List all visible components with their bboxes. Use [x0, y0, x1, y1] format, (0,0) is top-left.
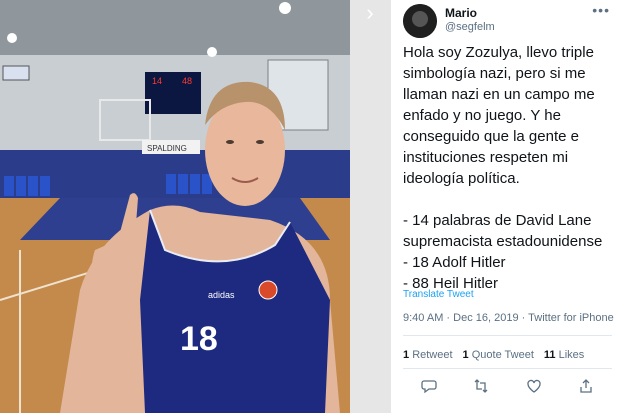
tweet-timestamp[interactable]: 9:40 AM · Dec 16, 2019 · Twitter for iPh…	[403, 312, 614, 324]
quote-stat[interactable]: 1 Quote Tweet	[463, 349, 534, 361]
user-handle[interactable]: @segfelm	[445, 21, 495, 33]
like-icon[interactable]	[526, 378, 542, 398]
tweet-photo[interactable]: 14 48 SPALDING 18 adidas	[0, 0, 350, 413]
divider	[403, 335, 612, 336]
engagement-stats: 1 Retweet 1 Quote Tweet 11 Likes	[403, 349, 584, 361]
share-icon[interactable]	[578, 378, 594, 398]
tweet-text: Hola soy Zozulya, llevo triple simbologí…	[403, 44, 603, 292]
reply-icon[interactable]	[421, 378, 437, 398]
divider	[403, 368, 612, 369]
tweet-panel: Mario @segfelm ••• Hola soy Zozulya, lle…	[391, 0, 620, 413]
retweet-stat[interactable]: 1 Retweet	[403, 349, 453, 361]
translate-tweet-link[interactable]: Translate Tweet	[403, 289, 474, 300]
likes-stat[interactable]: 11 Likes	[544, 349, 584, 361]
action-bar	[403, 378, 612, 398]
jersey-number: 18	[180, 320, 218, 358]
next-photo-icon[interactable]: ›	[355, 0, 385, 28]
avatar[interactable]	[403, 4, 437, 38]
scoreboard-left: 14	[152, 76, 162, 86]
jersey-brand: adidas	[208, 290, 235, 300]
retweet-icon[interactable]	[473, 378, 489, 398]
banner: SPALDING	[147, 144, 187, 153]
scoreboard-right: 48	[182, 76, 192, 86]
more-icon[interactable]: •••	[592, 2, 610, 18]
user-name[interactable]: Mario	[445, 6, 477, 20]
